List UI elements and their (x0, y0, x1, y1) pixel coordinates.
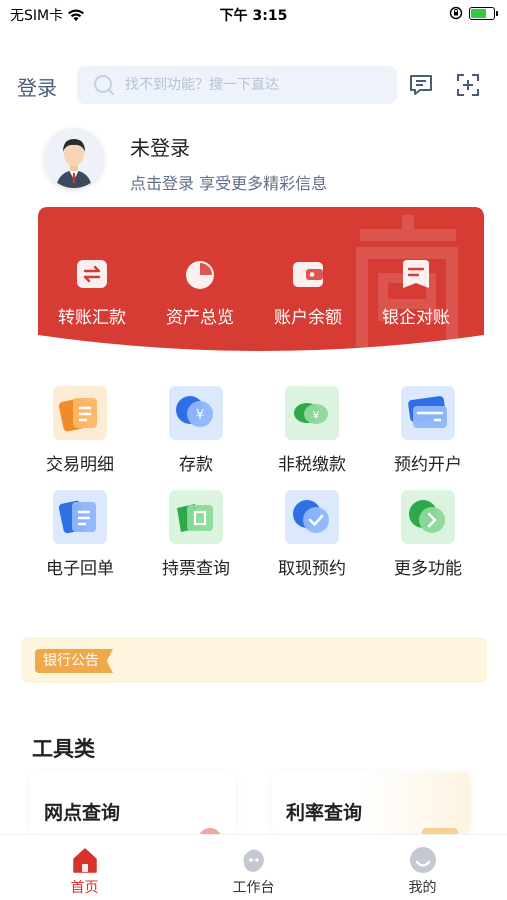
function-grid: 交易明细 ¥ 存款 ¥ 非税缴款 预约开户 电子回单 持票查询 取现预约 更多功… (22, 386, 486, 594)
tab-label: 工作台 (232, 880, 275, 896)
banner-item-account-balance[interactable]: 账户余额 (254, 257, 362, 328)
tool-card-label: 网点查询 (44, 802, 121, 824)
home-icon (72, 848, 97, 873)
grid-item-transaction-detail[interactable]: 交易明细 (22, 386, 138, 490)
grid-item-label: 预约开户 (394, 455, 462, 475)
tool-card-branch-query[interactable]: 网点查询 (30, 772, 236, 834)
quick-actions-banner: 转账汇款 资产总览 账户余额 银企对账 (38, 207, 484, 357)
transaction-detail-icon (53, 386, 107, 440)
more-functions-icon (401, 490, 455, 544)
grid-item-non-tax-payment[interactable]: ¥ 非税缴款 (254, 386, 370, 490)
bank-notice-bar[interactable]: 银行公告 (21, 637, 487, 683)
bill-query-icon (169, 490, 223, 544)
bottom-tab-bar: 首页 工作台 我的 (0, 834, 507, 900)
tab-home[interactable]: 首页 (0, 835, 169, 900)
grid-item-deposit[interactable]: ¥ 存款 (138, 386, 254, 490)
grid-item-label: 电子回单 (46, 559, 114, 579)
message-icon[interactable] (408, 72, 434, 98)
search-box[interactable] (77, 66, 397, 104)
banner-item-asset-overview[interactable]: 资产总览 (146, 257, 254, 328)
tool-card-rate-query[interactable]: 利率查询 (272, 772, 470, 834)
grid-item-bill-query[interactable]: 持票查询 (138, 490, 254, 594)
tab-workbench[interactable]: 工作台 (169, 835, 338, 900)
status-time: 下午 3:15 (219, 8, 288, 24)
deposit-icon: ¥ (169, 386, 223, 440)
transfer-icon (77, 260, 107, 288)
scan-icon[interactable] (455, 72, 481, 98)
banner-items: 转账汇款 资产总览 账户余额 银企对账 (38, 257, 484, 328)
grid-row: 电子回单 持票查询 取现预约 更多功能 (22, 490, 486, 594)
search-input[interactable] (125, 77, 365, 93)
banner-item-label: 账户余额 (274, 308, 342, 328)
orientation-lock-icon (449, 6, 463, 20)
non-tax-payment-icon: ¥ (285, 386, 339, 440)
status-right (449, 6, 498, 20)
grid-row: 交易明细 ¥ 存款 ¥ 非税缴款 预约开户 (22, 386, 486, 490)
grid-item-label: 持票查询 (162, 559, 230, 579)
profile-icon (409, 847, 436, 873)
banner-item-transfer[interactable]: 转账汇款 (38, 257, 146, 328)
user-name: 未登录 (130, 136, 190, 160)
grid-item-label: 取现预约 (278, 559, 346, 579)
tool-card-label: 利率查询 (286, 802, 363, 824)
location-pin-icon (199, 828, 221, 834)
banner-item-label: 银企对账 (382, 308, 450, 328)
account-opening-icon (401, 386, 455, 440)
tab-label: 首页 (70, 880, 99, 896)
svg-text:¥: ¥ (196, 408, 204, 423)
login-tip[interactable]: 点击登录 享受更多精彩信息 (130, 170, 327, 194)
e-receipt-icon (53, 490, 107, 544)
grid-item-e-receipt[interactable]: 电子回单 (22, 490, 138, 594)
header: 登录 (0, 64, 507, 106)
withdrawal-booking-icon (285, 490, 339, 544)
grid-item-withdrawal-booking[interactable]: 取现预约 (254, 490, 370, 594)
grid-item-label: 非税缴款 (278, 455, 346, 475)
grid-item-more-functions[interactable]: 更多功能 (370, 490, 486, 594)
grid-item-label: 存款 (179, 455, 213, 475)
svg-text:¥: ¥ (313, 409, 320, 422)
wallet-icon (293, 262, 323, 287)
workbench-icon (243, 849, 264, 872)
tab-label: 我的 (408, 880, 437, 896)
bank-notice-tag: 银行公告 (35, 649, 113, 673)
rate-chart-icon (422, 828, 458, 834)
tab-mine[interactable]: 我的 (338, 835, 507, 900)
search-icon (94, 75, 114, 95)
profile-card[interactable]: 未登录 点击登录 享受更多精彩信息 (44, 128, 444, 194)
banner-item-label: 转账汇款 (58, 308, 126, 328)
status-bar: 无SIM卡 下午 3:15 (0, 0, 507, 28)
pie-chart-icon (186, 261, 214, 289)
battery-icon (469, 6, 498, 20)
grid-item-label: 交易明细 (46, 455, 114, 475)
grid-item-label: 更多功能 (394, 559, 462, 579)
grid-item-account-opening[interactable]: 预约开户 (370, 386, 486, 490)
banner-item-label: 资产总览 (166, 308, 234, 328)
avatar[interactable] (44, 128, 104, 188)
reconcile-icon (403, 260, 429, 288)
avatar-icon (44, 128, 104, 188)
tools-section-title: 工具类 (32, 737, 95, 761)
banner-item-reconcile[interactable]: 银企对账 (362, 257, 470, 328)
login-link[interactable]: 登录 (17, 72, 57, 101)
